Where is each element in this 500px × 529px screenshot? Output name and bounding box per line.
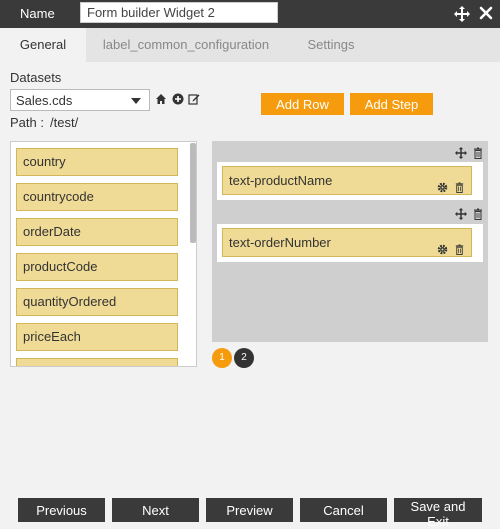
trash-icon[interactable] xyxy=(454,182,465,193)
widget-label: text-orderNumber xyxy=(229,235,331,250)
next-button[interactable]: Next xyxy=(112,498,199,522)
widget-tools xyxy=(435,237,465,255)
move-icon[interactable] xyxy=(454,6,470,22)
save-and-exit-button[interactable]: Save and Exit xyxy=(394,498,482,529)
form-row: text-productName xyxy=(217,162,483,200)
field-list: country countrycode orderDate productCod… xyxy=(10,141,197,367)
gear-icon[interactable] xyxy=(437,244,448,255)
add-row-button[interactable]: Add Row xyxy=(261,93,344,115)
field-list-scrollbar[interactable] xyxy=(190,143,196,243)
page-button-1[interactable]: 1 xyxy=(212,348,232,368)
preview-button[interactable]: Preview xyxy=(206,498,293,522)
cancel-button[interactable]: Cancel xyxy=(300,498,387,522)
field-item-countrycode[interactable]: countrycode xyxy=(16,183,178,211)
home-icon[interactable] xyxy=(155,93,167,105)
tab-general[interactable]: General xyxy=(0,28,86,62)
move-icon[interactable] xyxy=(455,147,467,159)
tab-bar: General label_common_configuration Setti… xyxy=(0,28,500,62)
name-input[interactable] xyxy=(80,2,278,23)
move-icon[interactable] xyxy=(455,208,467,220)
widget-item[interactable]: text-productName xyxy=(222,166,472,195)
tab-label-common-configuration[interactable]: label_common_configuration xyxy=(86,28,286,62)
datasets-label: Datasets xyxy=(10,70,62,85)
dataset-actions xyxy=(155,93,201,107)
plus-circle-icon[interactable] xyxy=(172,93,184,105)
row-tools xyxy=(454,147,484,161)
trash-icon[interactable] xyxy=(472,208,484,220)
field-item-country[interactable]: country xyxy=(16,148,178,176)
page-button-2[interactable]: 2 xyxy=(234,348,254,368)
widget-tools xyxy=(435,175,465,193)
form-canvas: text-productName text-orderNumber xyxy=(212,141,488,342)
field-item-ordernumber[interactable]: orderNumber xyxy=(16,358,178,366)
path-value: /test/ xyxy=(50,115,79,130)
widget-item[interactable]: text-orderNumber xyxy=(222,228,472,257)
title-bar: Name xyxy=(0,0,500,28)
close-icon[interactable] xyxy=(478,5,494,21)
trash-icon[interactable] xyxy=(454,244,465,255)
row-tools xyxy=(454,208,484,222)
dataset-select-value: Sales.cds xyxy=(16,93,73,108)
dataset-select[interactable]: Sales.cds xyxy=(10,89,150,111)
trash-icon[interactable] xyxy=(472,147,484,159)
name-label: Name xyxy=(20,6,55,21)
tab-settings[interactable]: Settings xyxy=(286,28,376,62)
field-item-quantityordered[interactable]: quantityOrdered xyxy=(16,288,178,316)
field-item-orderdate[interactable]: orderDate xyxy=(16,218,178,246)
gear-icon[interactable] xyxy=(437,182,448,193)
chevron-down-icon xyxy=(131,98,141,104)
previous-button[interactable]: Previous xyxy=(18,498,105,522)
path-label: Path : xyxy=(10,115,44,130)
edit-icon[interactable] xyxy=(188,93,200,105)
field-item-productcode[interactable]: productCode xyxy=(16,253,178,281)
form-row: text-orderNumber xyxy=(217,224,483,262)
add-step-button[interactable]: Add Step xyxy=(350,93,433,115)
widget-label: text-productName xyxy=(229,173,333,188)
field-item-priceeach[interactable]: priceEach xyxy=(16,323,178,351)
